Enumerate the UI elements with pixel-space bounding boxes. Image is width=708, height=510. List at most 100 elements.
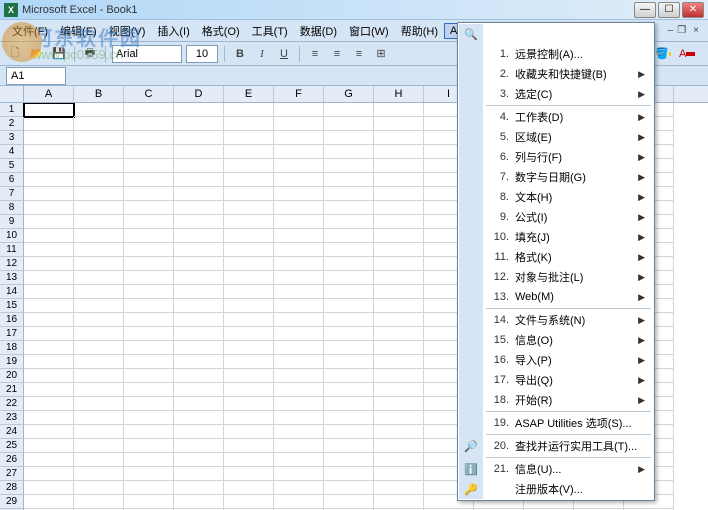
cell[interactable] (374, 159, 424, 173)
cell[interactable] (324, 131, 374, 145)
align-center-icon[interactable]: ≡ (328, 45, 346, 63)
maximize-button[interactable]: ☐ (658, 2, 680, 18)
cell[interactable] (24, 299, 74, 313)
cell[interactable] (274, 159, 324, 173)
merge-icon[interactable]: ⊞ (372, 45, 390, 63)
row-header[interactable]: 8 (0, 201, 24, 215)
cell[interactable] (224, 453, 274, 467)
cell[interactable] (324, 201, 374, 215)
cell[interactable] (74, 271, 124, 285)
row-header[interactable]: 2 (0, 117, 24, 131)
cell[interactable] (74, 439, 124, 453)
cell[interactable] (324, 313, 374, 327)
row-header[interactable]: 23 (0, 411, 24, 425)
cell[interactable] (24, 131, 74, 145)
menu-item[interactable]: 19.ASAP Utilities 选项(S)... (459, 413, 653, 433)
cell[interactable] (324, 327, 374, 341)
column-header[interactable]: G (324, 86, 374, 102)
cell[interactable] (74, 313, 124, 327)
name-box[interactable] (6, 67, 66, 85)
cell[interactable] (274, 425, 324, 439)
cell[interactable] (374, 369, 424, 383)
column-header[interactable]: C (124, 86, 174, 102)
cell[interactable] (374, 145, 424, 159)
row-header[interactable]: 26 (0, 453, 24, 467)
cell[interactable] (24, 383, 74, 397)
cell[interactable] (174, 481, 224, 495)
cell[interactable] (324, 271, 374, 285)
cell[interactable] (74, 285, 124, 299)
menu-format[interactable]: 格式(O) (196, 21, 246, 41)
row-header[interactable]: 27 (0, 467, 24, 481)
cell[interactable] (74, 383, 124, 397)
cell[interactable] (274, 299, 324, 313)
row-header[interactable]: 1 (0, 103, 24, 117)
cell[interactable] (274, 285, 324, 299)
cell[interactable] (24, 411, 74, 425)
menu-item[interactable]: 9.公式(I)▶ (459, 207, 653, 227)
cell[interactable] (374, 495, 424, 509)
cell[interactable] (174, 495, 224, 509)
cell[interactable] (274, 145, 324, 159)
cell[interactable] (224, 159, 274, 173)
cell[interactable] (274, 229, 324, 243)
cell[interactable] (74, 397, 124, 411)
cell[interactable] (374, 313, 424, 327)
cell[interactable] (124, 397, 174, 411)
cell[interactable] (24, 481, 74, 495)
cell[interactable] (324, 103, 374, 117)
cell[interactable] (324, 145, 374, 159)
cell[interactable] (124, 313, 174, 327)
menu-item[interactable]: 🔍 (459, 24, 653, 44)
row-header[interactable]: 4 (0, 145, 24, 159)
cell[interactable] (174, 173, 224, 187)
cell[interactable] (24, 159, 74, 173)
cell[interactable] (24, 173, 74, 187)
menu-item[interactable]: 8.文本(H)▶ (459, 187, 653, 207)
cell[interactable] (324, 187, 374, 201)
cell[interactable] (224, 383, 274, 397)
cell[interactable] (374, 187, 424, 201)
select-all-corner[interactable] (0, 86, 24, 102)
cell[interactable] (274, 397, 324, 411)
column-header[interactable]: F (274, 86, 324, 102)
row-header[interactable]: 6 (0, 173, 24, 187)
cell[interactable] (174, 383, 224, 397)
cell[interactable] (74, 341, 124, 355)
menu-item[interactable]: 4.工作表(D)▶ (459, 107, 653, 127)
cell[interactable] (374, 285, 424, 299)
cell[interactable] (224, 229, 274, 243)
cell[interactable] (24, 145, 74, 159)
cell[interactable] (374, 355, 424, 369)
menu-help[interactable]: 帮助(H) (395, 21, 444, 41)
cell[interactable] (224, 369, 274, 383)
row-header[interactable]: 21 (0, 383, 24, 397)
cell[interactable] (74, 173, 124, 187)
cell[interactable] (174, 187, 224, 201)
cell[interactable] (324, 383, 374, 397)
row-header[interactable]: 13 (0, 271, 24, 285)
cell[interactable] (374, 439, 424, 453)
cell[interactable] (324, 215, 374, 229)
column-header[interactable]: D (174, 86, 224, 102)
cell[interactable] (174, 201, 224, 215)
column-header[interactable]: A (24, 86, 74, 102)
cell[interactable] (74, 215, 124, 229)
cell[interactable] (24, 495, 74, 509)
cell[interactable] (124, 201, 174, 215)
cell[interactable] (274, 355, 324, 369)
cell[interactable] (24, 103, 74, 117)
cell[interactable] (274, 327, 324, 341)
row-header[interactable]: 17 (0, 327, 24, 341)
cell[interactable] (374, 229, 424, 243)
cell[interactable] (224, 145, 274, 159)
cell[interactable] (124, 439, 174, 453)
cell[interactable] (224, 173, 274, 187)
cell[interactable] (224, 341, 274, 355)
cell[interactable] (174, 313, 224, 327)
cell[interactable] (124, 369, 174, 383)
row-header[interactable]: 10 (0, 229, 24, 243)
cell[interactable] (374, 201, 424, 215)
cell[interactable] (224, 397, 274, 411)
cell[interactable] (124, 285, 174, 299)
